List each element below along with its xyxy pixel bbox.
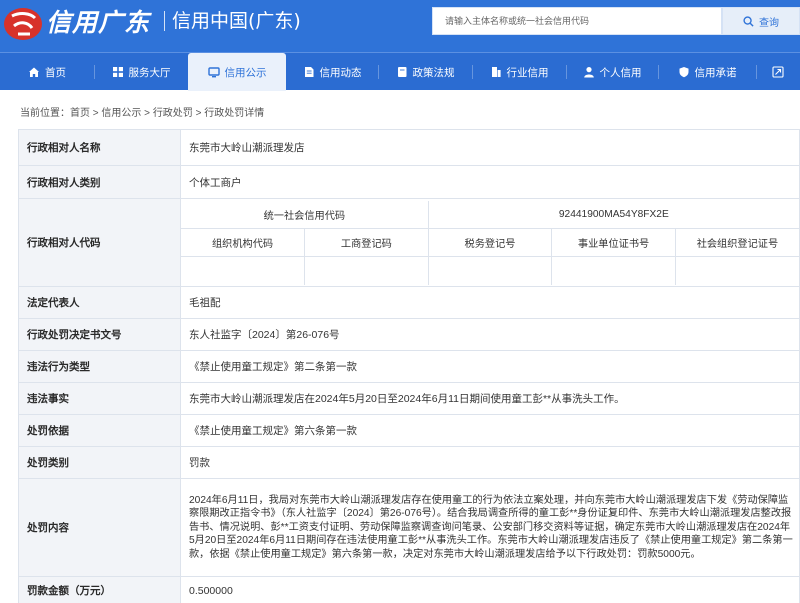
breadcrumb-item-penalty[interactable]: 行政处罚 [153, 108, 193, 119]
table-row: 违法行为类型 《禁止使用童工规定》第二条第一款 [18, 350, 800, 383]
monitor-icon [207, 66, 220, 78]
doc-number-label: 行政处罚决定书文号 [18, 318, 181, 351]
institution-cert-label: 事业单位证书号 [551, 228, 676, 257]
type-label: 行政相对人类别 [18, 165, 181, 199]
search-button[interactable]: 查询 [722, 7, 800, 35]
nav-item-label: 服务大厅 [128, 66, 171, 79]
facts-value: 东莞市大岭山潮派理发店在2024年5月20日至2024年6月11日期间使用童工彭… [180, 382, 800, 415]
social-org-label: 社会组织登记证号 [674, 228, 799, 257]
rep-value: 毛祖配 [180, 286, 800, 319]
name-label: 行政相对人名称 [18, 129, 181, 166]
nav-item-label: 信用公示 [224, 66, 267, 79]
breadcrumb-separator: > [90, 108, 102, 119]
table-row: 组织机构代码 工商登记码 税务登记号 事业单位证书号 社会组织登记证号 [181, 228, 799, 257]
nav-item-service-hall[interactable]: 服务大厅 [94, 53, 188, 91]
breadcrumb-item-publicity[interactable]: 信用公示 [101, 108, 141, 119]
logo-script-text: 信用广东 [46, 8, 151, 37]
table-row: 违法事实 东莞市大岭山潮派理发店在2024年5月20日至2024年6月11日期间… [18, 382, 800, 415]
table-row: 罚款金额（万元） 0.500000 [18, 576, 800, 603]
user-icon [583, 66, 595, 78]
shield-icon [678, 66, 690, 78]
org-code-value [181, 256, 306, 285]
nav-item-label: 行业信用 [506, 66, 549, 79]
tax-reg-value [427, 256, 553, 285]
code-label: 行政相对人代码 [18, 198, 181, 287]
site-header: 信用广东 信用中国(广东) 查询 [0, 0, 800, 52]
nav-expand-button[interactable] [756, 53, 800, 91]
content-value: 2024年6月11日，我局对东莞市大岭山潮派理发店存在使用童工的行为依法立案处理… [180, 478, 800, 577]
nav-item-label: 首页 [45, 66, 66, 79]
nav-item-label: 信用承诺 [694, 66, 737, 79]
code-subtable: 统一社会信用代码 92441900MA54Y8FX2E 组织机构代码 工商登记码… [181, 200, 799, 285]
org-code-label: 组织机构代码 [181, 228, 306, 257]
document-icon [303, 66, 315, 78]
institution-cert-value [551, 256, 676, 285]
name-value: 东莞市大岭山潮派理发店 [180, 129, 800, 166]
breadcrumb-item-home[interactable]: 首页 [70, 108, 90, 119]
breadcrumb-separator: > [192, 108, 205, 119]
table-row: 行政处罚决定书文号 东人社监字〔2024〕第26-076号 [18, 318, 800, 351]
business-reg-value [304, 256, 429, 285]
nav-item-label: 政策法规 [412, 66, 455, 79]
uscc-value: 92441900MA54Y8FX2E [427, 200, 799, 229]
nav-item-label: 信用动态 [319, 66, 362, 79]
amount-value: 0.500000 [180, 576, 800, 603]
table-row: 行政相对人代码 统一社会信用代码 92441900MA54Y8FX2E 组织机构… [18, 198, 800, 287]
nav-item-industry-credit[interactable]: 行业信用 [472, 53, 566, 91]
nav-item-home[interactable]: 首页 [0, 53, 94, 91]
search-input[interactable] [433, 8, 721, 34]
main-nav: 首页 服务大厅 信用公示 信用动态 政策法规 行业信用 个人信用 信用承诺 [0, 52, 800, 91]
tax-reg-label: 税务登记号 [427, 228, 553, 257]
table-row: 行政相对人类别 个体工商户 [18, 165, 800, 199]
book-icon [396, 66, 408, 78]
violation-type-label: 违法行为类型 [18, 350, 181, 383]
facts-label: 违法事实 [18, 382, 181, 415]
code-cell: 统一社会信用代码 92441900MA54Y8FX2E 组织机构代码 工商登记码… [180, 198, 800, 287]
penalty-detail-table: 行政相对人名称 东莞市大岭山潮派理发店 行政相对人类别 个体工商户 行政相对人代… [18, 129, 800, 603]
breadcrumb-item-current: 行政处罚详情 [204, 108, 265, 119]
building-icon [490, 66, 502, 78]
logo-mark-icon [4, 8, 42, 40]
site-title[interactable]: 信用中国(广东) [172, 6, 301, 33]
nav-item-personal-credit[interactable]: 个人信用 [566, 53, 658, 91]
breadcrumb-separator: > [141, 108, 153, 119]
table-row: 法定代表人 毛祖配 [18, 286, 800, 319]
breadcrumb-prefix: 当前位置： [20, 108, 70, 119]
breadcrumb: 当前位置：首页 > 信用公示 > 行政处罚 > 行政处罚详情 [20, 104, 264, 119]
social-org-value [674, 256, 799, 285]
table-row: 处罚内容 2024年6月11日，我局对东莞市大岭山潮派理发店存在使用童工的行为依… [18, 478, 800, 577]
grid-icon [112, 66, 124, 78]
rep-label: 法定代表人 [18, 286, 181, 319]
table-row: 处罚类别 罚款 [18, 446, 800, 479]
nav-item-label: 个人信用 [599, 66, 642, 79]
search-button-label: 查询 [759, 17, 779, 29]
violation-type-value: 《禁止使用童工规定》第二条第一款 [180, 350, 800, 383]
nav-item-credit-publicity[interactable]: 信用公示 [188, 53, 286, 91]
expand-icon [772, 66, 784, 78]
search-box [432, 7, 722, 35]
basis-value: 《禁止使用童工规定》第六条第一款 [180, 414, 800, 447]
business-reg-label: 工商登记码 [304, 228, 429, 257]
category-value: 罚款 [180, 446, 800, 479]
doc-number-value: 东人社监字〔2024〕第26-076号 [180, 318, 800, 351]
table-row: 行政相对人名称 东莞市大岭山潮派理发店 [18, 129, 800, 166]
category-label: 处罚类别 [18, 446, 181, 479]
amount-label: 罚款金额（万元） [18, 576, 181, 603]
nav-item-policies[interactable]: 政策法规 [378, 53, 472, 91]
nav-item-credit-commitment[interactable]: 信用承诺 [658, 53, 756, 91]
table-row [181, 256, 799, 285]
table-row: 统一社会信用代码 92441900MA54Y8FX2E [181, 200, 799, 229]
basis-label: 处罚依据 [18, 414, 181, 447]
content-label: 处罚内容 [18, 478, 181, 577]
table-row: 处罚依据 《禁止使用童工规定》第六条第一款 [18, 414, 800, 447]
uscc-label: 统一社会信用代码 [181, 200, 429, 229]
logo-divider [164, 11, 165, 31]
nav-item-credit-news[interactable]: 信用动态 [286, 53, 378, 91]
type-value: 个体工商户 [180, 165, 800, 199]
search-icon [743, 15, 754, 27]
home-icon [28, 66, 40, 78]
